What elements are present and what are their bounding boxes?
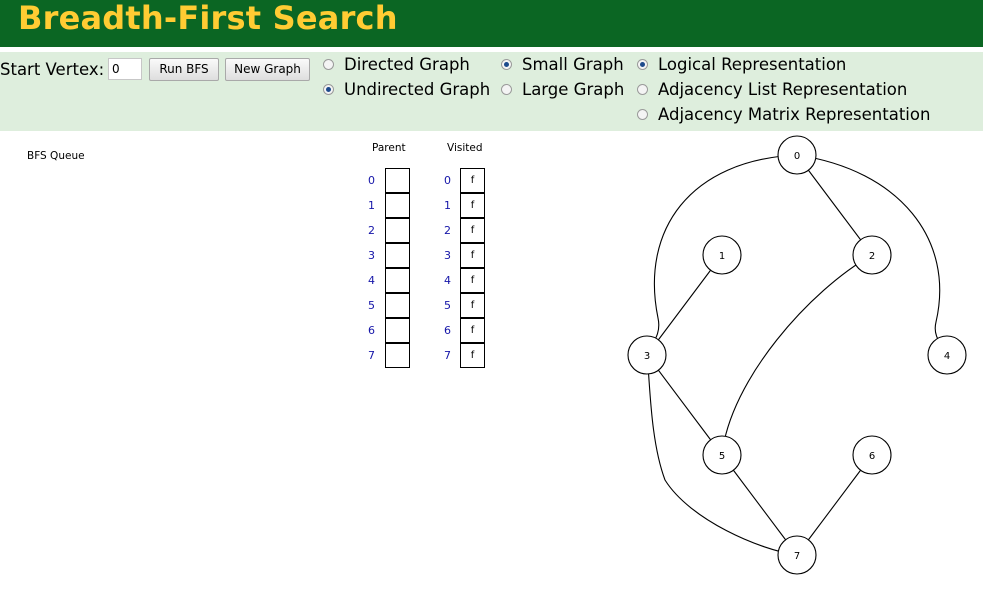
graph-node-label: 1 xyxy=(719,251,725,262)
graph-node-3[interactable]: 3 xyxy=(627,335,667,375)
graph-node-2[interactable]: 2 xyxy=(852,235,892,275)
graph-node-0[interactable]: 0 xyxy=(777,135,817,175)
graph-node-label: 5 xyxy=(719,451,725,462)
graph-node-label: 4 xyxy=(944,351,950,362)
graph-node-label: 7 xyxy=(794,551,800,562)
graph-node-label: 0 xyxy=(794,151,800,162)
graph-edge-2-5 xyxy=(721,254,873,456)
graph-node-label: 3 xyxy=(644,351,650,362)
graph-node-6[interactable]: 6 xyxy=(852,435,892,475)
graph-canvas: 0 1 2 3 4 5 6 7 xyxy=(627,135,967,575)
graph-node-label: 2 xyxy=(869,251,875,262)
graph-node-5[interactable]: 5 xyxy=(702,435,742,475)
graph-node-label: 6 xyxy=(869,451,875,462)
graph-node-1[interactable]: 1 xyxy=(702,235,742,275)
graph-node-4[interactable]: 4 xyxy=(927,335,967,375)
graph-node-7[interactable]: 7 xyxy=(777,535,817,575)
